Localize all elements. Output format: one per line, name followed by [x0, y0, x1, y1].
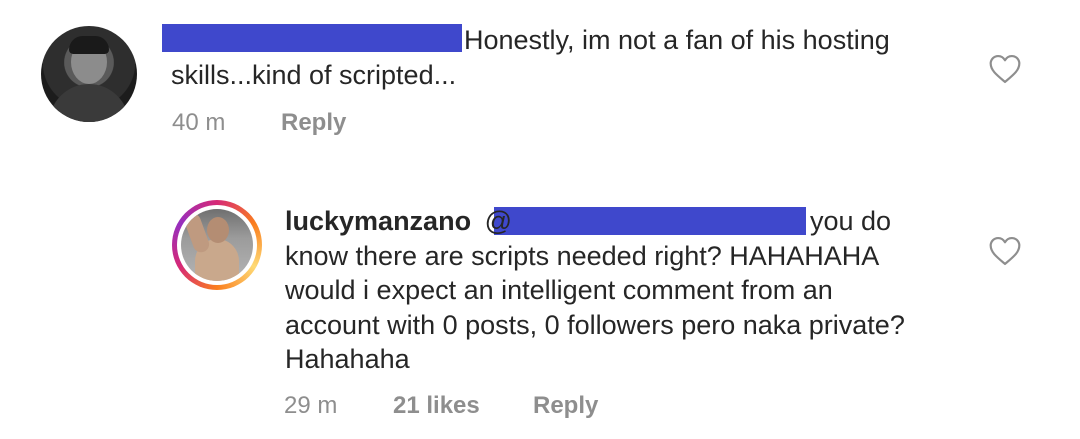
comment-line: skills...kind of scripted... — [171, 59, 457, 90]
heart-outline-icon[interactable] — [988, 54, 1022, 84]
comment-line: Honestly, im not a fan of his hosting — [464, 25, 890, 55]
comment-body: Honestly, im not a fan of his hosting sk… — [171, 23, 961, 92]
reply-line: know there are scripts needed right? HAH… — [285, 240, 880, 271]
reply-author-avatar[interactable] — [172, 200, 262, 290]
reply-timestamp: 29 m — [284, 392, 338, 419]
heart-outline-icon[interactable] — [988, 236, 1022, 266]
reply-button[interactable]: Reply — [281, 109, 346, 137]
reply-line: would i expect an intelligent comment fr… — [285, 275, 833, 305]
reply-body: luckymanzano @ you do know there are scr… — [285, 204, 945, 377]
reply-line: account with 0 posts, 0 followers pero n… — [285, 309, 905, 340]
reply-text-start: you do — [810, 206, 892, 236]
likes-count[interactable]: 21 likes — [393, 392, 480, 420]
mention-prefix: @ — [484, 206, 512, 236]
reply-line-1: luckymanzano @ you do — [285, 204, 945, 239]
comments-thread: Honestly, im not a fan of his hosting sk… — [0, 0, 1080, 439]
reply-line: Hahahaha — [285, 344, 410, 374]
reply-button[interactable]: Reply — [533, 392, 598, 420]
comment-timestamp: 40 m — [172, 109, 226, 136]
commenter-avatar[interactable] — [41, 26, 137, 122]
reply-username[interactable]: luckymanzano — [285, 206, 471, 236]
